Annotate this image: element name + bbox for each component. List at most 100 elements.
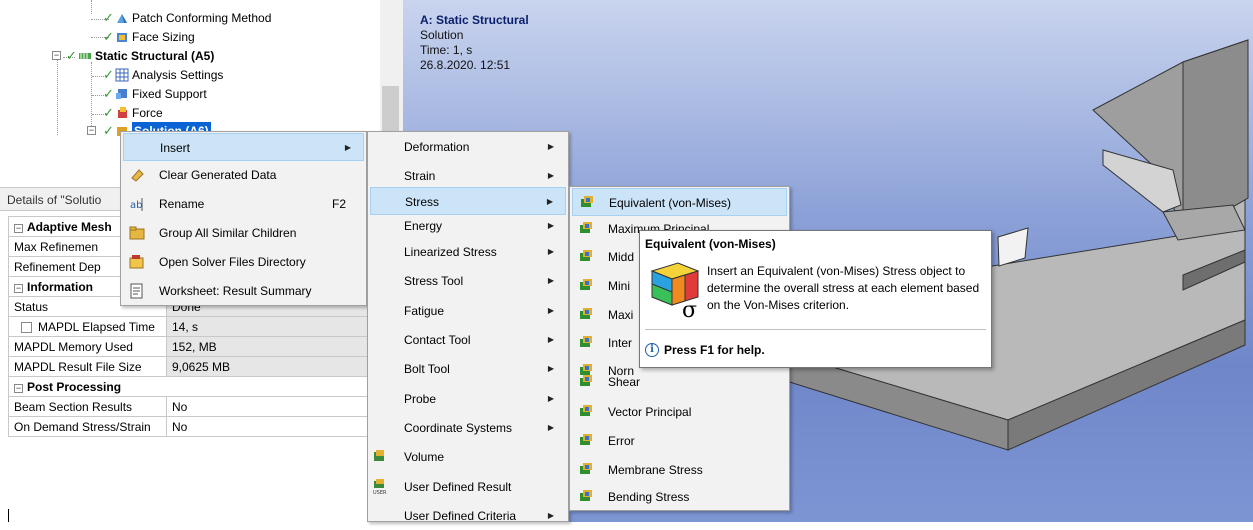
menu-item-open-solver-dir[interactable]: Open Solver Files Directory <box>123 248 364 276</box>
worksheet-icon <box>130 283 143 299</box>
check-icon: ✓ <box>103 123 114 138</box>
menu-item-membrane-stress[interactable]: Membrane Stress <box>572 456 787 484</box>
force-icon <box>118 107 127 118</box>
menu-item-stress[interactable]: Stress ▶ <box>370 187 566 215</box>
submenu-arrow-icon: ▶ <box>547 276 554 285</box>
tree-node-face-sizing[interactable]: ✓ Face Sizing <box>103 28 195 46</box>
open-folder-icon <box>129 255 144 269</box>
user-defined-result-icon: USER <box>373 479 387 495</box>
tooltip-help: i Press F1 for help. <box>645 343 765 357</box>
stress-result-icon <box>580 463 592 474</box>
details-row[interactable]: Beam Section Results No <box>8 396 384 417</box>
menu-item-bending-stress[interactable]: Bending Stress <box>572 483 787 511</box>
menu-item-user-defined-result[interactable]: USER User Defined Result <box>370 473 566 501</box>
menu-item-coordinate-systems[interactable]: Coordinate Systems ▶ <box>370 414 566 442</box>
tree-node-static-structural[interactable]: ✓ Static Structural (A5) <box>66 47 214 65</box>
menu-item-user-defined-criteria[interactable]: User Defined Criteria ▶ <box>370 502 566 530</box>
menu-item-error[interactable]: Error <box>572 427 787 455</box>
stress-result-icon <box>580 336 592 347</box>
tooltip-separator <box>645 329 986 330</box>
menu-item-insert[interactable]: Insert ▶ <box>123 133 364 161</box>
menu-item-volume[interactable]: Volume <box>370 443 566 471</box>
menu-item-fatigue[interactable]: Fatigue ▶ <box>370 297 566 325</box>
volume-icon <box>374 450 384 461</box>
check-icon: ✓ <box>103 10 114 25</box>
collapse-icon[interactable]: − <box>14 383 23 393</box>
svg-text:USER: USER <box>373 490 387 495</box>
svg-text:ab: ab <box>130 200 142 211</box>
rename-icon: ab <box>130 198 143 211</box>
stress-result-icon <box>580 222 592 233</box>
tree-node-patch-conforming[interactable]: ✓ Patch Conforming Method <box>103 9 271 27</box>
collapse-icon[interactable]: − <box>14 283 23 293</box>
submenu-arrow-icon: ▶ <box>547 335 554 344</box>
menu-item-bolt-tool[interactable]: Bolt Tool ▶ <box>370 355 566 383</box>
insert-submenu: Deformation ▶ Strain ▶ Stress ▶ Energy ▶ Lin… <box>367 131 569 523</box>
menu-item-group-similar[interactable]: Group All Similar Children <box>123 219 364 247</box>
stress-result-icon <box>580 490 592 501</box>
submenu-arrow-icon: ▶ <box>344 143 351 152</box>
stress-result-icon <box>580 250 592 261</box>
menu-item-rename[interactable]: ab Rename F2 <box>123 190 364 218</box>
eraser-icon <box>131 169 144 182</box>
submenu-arrow-icon: ▶ <box>547 221 554 230</box>
tooltip-equivalent-von-mises: Equivalent (von-Mises) σ Insert an Equiv… <box>639 230 992 368</box>
stress-result-icon <box>580 279 592 290</box>
check-icon: ✓ <box>103 86 114 101</box>
submenu-arrow-icon: ▶ <box>547 171 554 180</box>
menu-item-clear-generated-data[interactable]: Clear Generated Data <box>123 161 364 189</box>
check-icon: ✓ <box>103 29 114 44</box>
menu-item-linearized-stress[interactable]: Linearized Stress ▶ <box>370 238 566 266</box>
menu-item-contact-tool[interactable]: Contact Tool ▶ <box>370 326 566 354</box>
submenu-arrow-icon: ▶ <box>547 306 554 315</box>
menu-item-stress-tool[interactable]: Stress Tool ▶ <box>370 267 566 295</box>
collapse-icon[interactable]: − <box>14 223 23 233</box>
details-row[interactable]: On Demand Stress/Strain No <box>8 416 384 437</box>
details-row: MAPDL Elapsed Time 14, s <box>8 316 384 337</box>
tree-node-force[interactable]: ✓ Force <box>103 104 163 122</box>
submenu-arrow-icon: ▶ <box>547 423 554 432</box>
details-section-row[interactable]: − Post Processing <box>8 376 384 397</box>
submenu-arrow-icon: ▶ <box>547 364 554 373</box>
context-menu: Insert ▶ Clear Generated Data ab Rename … <box>120 131 367 306</box>
details-row: MAPDL Memory Used 152, MB <box>8 336 384 357</box>
stress-result-icon <box>580 434 592 445</box>
fixed-support-icon <box>116 89 127 99</box>
check-icon: ✓ <box>66 48 77 63</box>
menu-item-strain[interactable]: Strain ▶ <box>370 162 566 190</box>
text-cursor <box>8 509 9 522</box>
submenu-arrow-icon: ▶ <box>547 511 554 520</box>
analysis-settings-icon <box>115 68 129 82</box>
stress-result-icon <box>580 405 592 416</box>
menu-item-energy[interactable]: Energy ▶ <box>370 212 566 240</box>
stress-result-icon <box>580 375 592 386</box>
check-icon: ✓ <box>103 105 114 120</box>
face-sizing-icon <box>117 33 127 42</box>
parameter-checkbox[interactable] <box>21 321 32 333</box>
collapse-icon[interactable]: − <box>87 126 96 135</box>
menu-item-probe[interactable]: Probe ▶ <box>370 385 566 413</box>
submenu-arrow-icon: ▶ <box>547 247 554 256</box>
submenu-arrow-icon: ▶ <box>547 142 554 151</box>
tree-guide <box>91 0 92 14</box>
menu-item-vector-principal[interactable]: Vector Principal <box>572 398 787 426</box>
tree-guide <box>91 62 92 132</box>
svg-text:σ: σ <box>682 298 697 319</box>
stress-result-icon <box>581 196 593 207</box>
static-structural-icon <box>79 53 91 59</box>
menu-item-deformation[interactable]: Deformation ▶ <box>370 133 566 161</box>
tree-node-analysis-settings[interactable]: ✓ Analysis Settings <box>103 66 223 84</box>
menu-item-equivalent-von-mises[interactable]: Equivalent (von-Mises) <box>572 188 787 216</box>
submenu-arrow-icon: ▶ <box>547 394 554 403</box>
equivalent-stress-icon: σ <box>650 262 700 319</box>
stress-result-icon <box>580 308 592 319</box>
mesh-method-icon <box>117 14 127 23</box>
menu-item-shear[interactable]: Shear <box>572 368 787 396</box>
details-row: MAPDL Result File Size 9,0625 MB <box>8 356 384 377</box>
info-icon: i <box>645 343 659 357</box>
collapse-icon[interactable]: − <box>52 51 61 60</box>
menu-item-worksheet[interactable]: Worksheet: Result Summary <box>123 277 364 305</box>
check-icon: ✓ <box>103 67 114 82</box>
tree-node-fixed-support[interactable]: ✓ Fixed Support <box>103 85 207 103</box>
tree-guide <box>57 60 58 135</box>
